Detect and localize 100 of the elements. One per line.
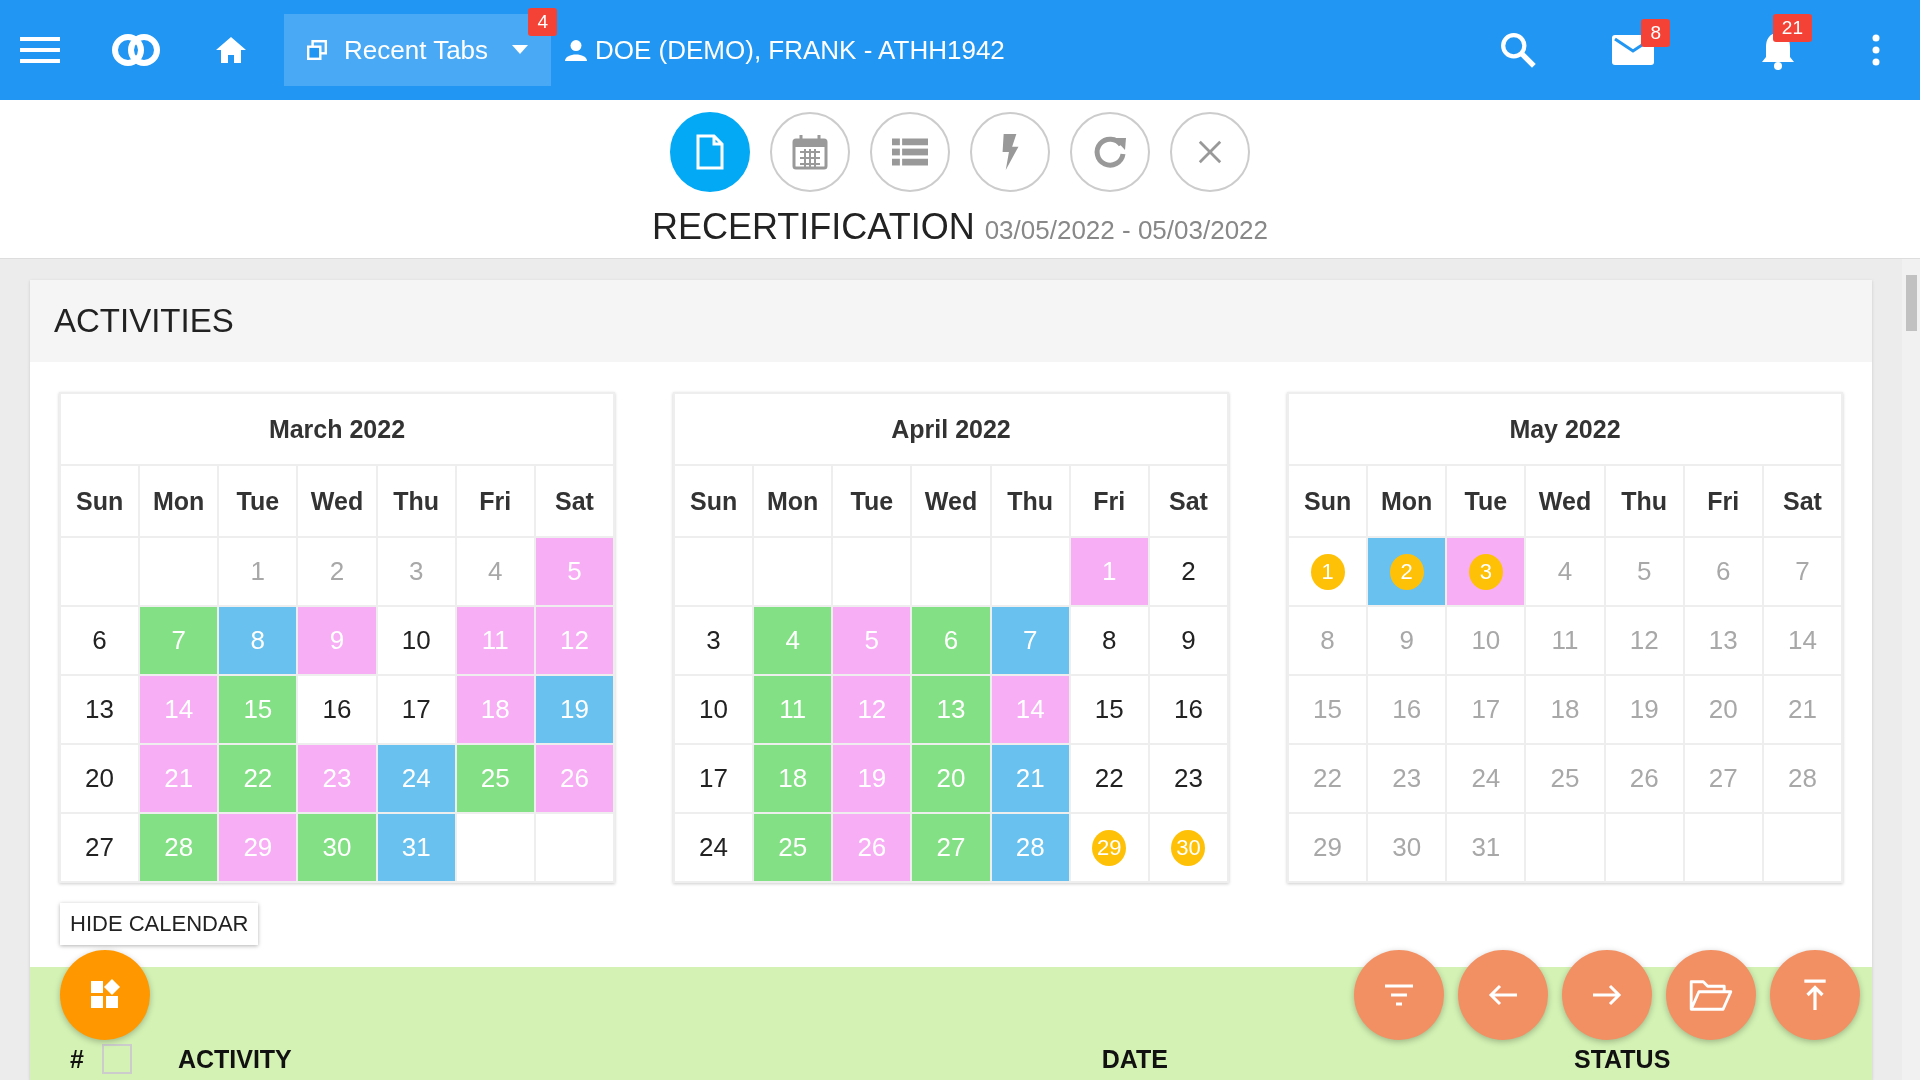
inactive-day-cell: 28: [1762, 744, 1842, 813]
activity-day-cell: 13: [911, 675, 991, 744]
inactive-day-cell: 27: [1683, 744, 1763, 813]
tabs-icon: [306, 39, 328, 61]
activity-day-cell: 5: [534, 537, 614, 606]
notifications-count-badge: 21: [1772, 14, 1812, 42]
date-range: 03/05/2022 - 05/03/2022: [984, 215, 1268, 246]
inactive-day-cell: 3: [376, 537, 456, 606]
activity-day-cell: 18: [455, 675, 535, 744]
recent-tabs-count-badge: 4: [528, 8, 557, 36]
day-marker: 1: [1310, 553, 1345, 590]
inactive-day-cell: 9: [1367, 606, 1447, 675]
inactive-day-cell: 8: [1288, 606, 1368, 675]
activity-day-cell: 31: [376, 813, 456, 882]
calendar-day-cell: 10: [376, 606, 456, 675]
hide-calendar-button[interactable]: HIDE CALENDAR: [60, 903, 259, 945]
weekday-header: Wed: [297, 465, 377, 537]
inactive-day-cell: 31: [1446, 813, 1526, 882]
weekday-header: Wed: [911, 465, 991, 537]
day-marker: 2: [1389, 553, 1424, 590]
column-header: #: [70, 1045, 84, 1074]
calendar-day-cell: 15: [1069, 675, 1149, 744]
weekday-header: Tue: [218, 465, 298, 537]
mail-count-badge: 8: [1641, 19, 1670, 47]
column-header: DATE: [1101, 1045, 1168, 1074]
weekday-header: Mon: [753, 465, 833, 537]
inactive-day-cell: 5: [1604, 537, 1684, 606]
column-header: STATUS: [1574, 1045, 1671, 1074]
activity-day-cell: 7: [990, 606, 1070, 675]
inactive-day-cell: 24: [1446, 744, 1526, 813]
weekday-header: Thu: [376, 465, 456, 537]
activity-day-cell: 12: [832, 675, 912, 744]
inactive-day-cell: 4: [1525, 537, 1605, 606]
inactive-day-cell: 13: [1683, 606, 1763, 675]
inactive-day-cell: 15: [1288, 675, 1368, 744]
activity-day-cell: 11: [455, 606, 535, 675]
inactive-day-cell: 10: [1446, 606, 1526, 675]
inactive-day-cell: 26: [1604, 744, 1684, 813]
activity-day-cell: 18: [753, 744, 833, 813]
activity-day-cell: 4: [753, 606, 833, 675]
weekday-header: Thu: [1604, 465, 1684, 537]
activity-day-cell: 19: [534, 675, 614, 744]
inactive-day-cell: 21: [1762, 675, 1842, 744]
day-marker: 30: [1171, 829, 1206, 866]
activity-day-cell: 14: [139, 675, 219, 744]
weekday-header: Sun: [674, 465, 754, 537]
weekday-header: Mon: [139, 465, 219, 537]
activity-day-cell: 7: [139, 606, 219, 675]
activity-day-cell: 28: [990, 813, 1070, 882]
select-all-checkbox[interactable]: [101, 1044, 132, 1074]
activity-day-cell: 12: [534, 606, 614, 675]
activity-day-cell: 29: [218, 813, 298, 882]
month-title: May 2022: [1288, 393, 1842, 465]
inactive-day-cell: 11: [1525, 606, 1605, 675]
activity-day-cell: 28: [139, 813, 219, 882]
inactive-day-cell: 19: [1604, 675, 1684, 744]
inactive-day-cell: 18: [1525, 675, 1605, 744]
weekday-header: Fri: [455, 465, 535, 537]
section-title: ACTIVITIES: [54, 302, 234, 340]
activity-day-cell: 1: [1069, 537, 1149, 606]
weekday-header: Sun: [60, 465, 140, 537]
activity-day-cell: 21: [990, 744, 1070, 813]
person-icon: [565, 39, 587, 61]
calendar-day-cell: 9: [1148, 606, 1228, 675]
activity-day-cell: 26: [832, 813, 912, 882]
calendar-day-cell: 23: [1148, 744, 1228, 813]
inactive-day-cell: 7: [1762, 537, 1842, 606]
home-icon[interactable]: [214, 35, 248, 65]
inactive-day-cell: 16: [1367, 675, 1447, 744]
activity-day-cell: 11: [753, 675, 833, 744]
page-title: RECERTIFICATION: [651, 206, 975, 248]
activity-day-cell: 19: [832, 744, 912, 813]
activity-day-cell: 27: [911, 813, 991, 882]
calendar-day-cell: 16: [1148, 675, 1228, 744]
close-icon: [1197, 139, 1223, 165]
activity-day-cell: 14: [990, 675, 1070, 744]
activity-day-cell: 8: [218, 606, 298, 675]
activity-day-cell: 15: [218, 675, 298, 744]
weekday-header: Fri: [1683, 465, 1763, 537]
column-header: ACTIVITY: [177, 1045, 292, 1074]
weekday-header: Sat: [1762, 465, 1842, 537]
month-title: April 2022: [674, 393, 1228, 465]
scrollbar[interactable]: [1902, 259, 1920, 1080]
activity-day-cell: 22: [218, 744, 298, 813]
menu-icon[interactable]: [20, 36, 60, 64]
inactive-day-cell: 22: [1288, 744, 1368, 813]
activity-day-cell: 23: [297, 744, 377, 813]
inactive-day-cell: 6: [1683, 537, 1763, 606]
activity-day-cell: 26: [534, 744, 614, 813]
activity-day-cell: 20: [911, 744, 991, 813]
weekday-header: Tue: [832, 465, 912, 537]
weekday-header: Thu: [990, 465, 1070, 537]
more-options-icon[interactable]: [1872, 34, 1880, 66]
inactive-day-cell: 20: [1683, 675, 1763, 744]
inactive-day-cell: 23: [1367, 744, 1447, 813]
weekday-header: Sun: [1288, 465, 1368, 537]
patient-name[interactable]: DOE (DEMO), FRANK - ATHH1942: [595, 34, 1005, 66]
activity-day-cell: 6: [911, 606, 991, 675]
widgets-icon: [89, 979, 121, 1011]
search-icon[interactable]: [1500, 32, 1536, 68]
